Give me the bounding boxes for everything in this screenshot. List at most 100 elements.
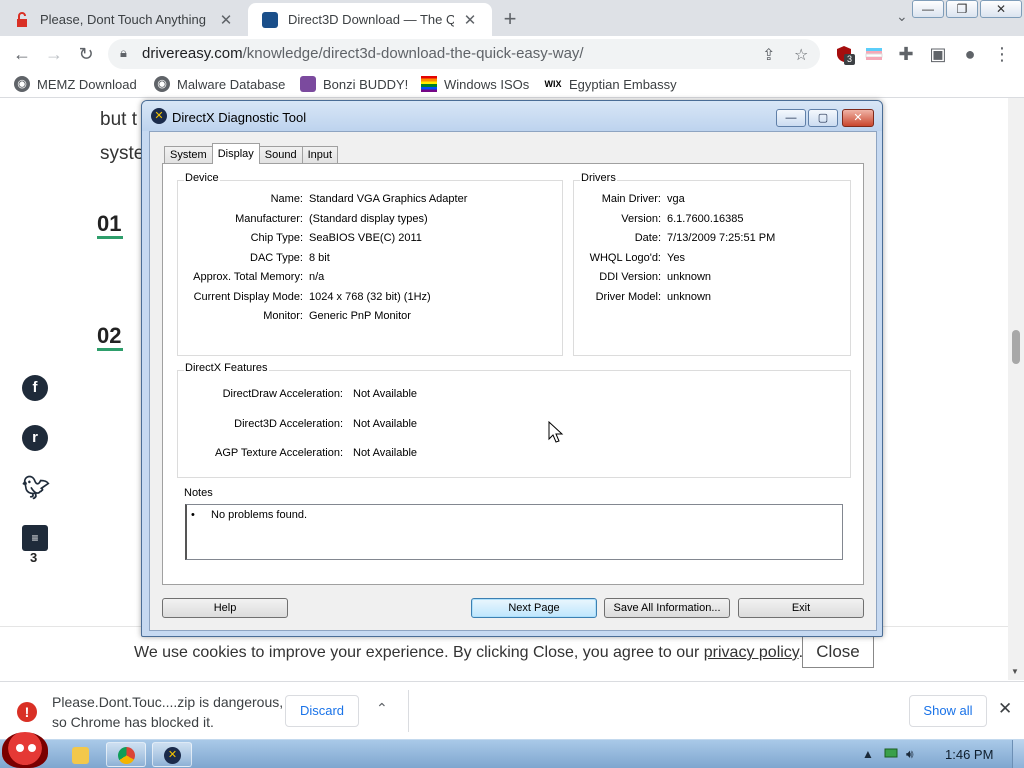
bookmark-windows-isos[interactable]: Windows ISOs <box>421 76 529 92</box>
notes-textbox[interactable]: • No problems found. <box>185 504 843 560</box>
taskbar-chrome[interactable] <box>106 742 146 767</box>
chevron-up-icon[interactable]: ⌃ <box>376 700 388 717</box>
start-button-angry-bird-icon[interactable] <box>2 732 48 768</box>
tab-sound[interactable]: Sound <box>258 146 303 164</box>
twitter-share-icon[interactable]: 🐦︎ <box>22 475 50 501</box>
reddit-share-icon[interactable]: r <box>22 425 48 451</box>
page-scrollbar[interactable]: ▼ <box>1008 98 1024 680</box>
tab-system[interactable]: System <box>164 146 213 164</box>
network-icon[interactable] <box>884 747 898 762</box>
scrollbar-thumb[interactable] <box>1012 330 1020 364</box>
download-bar: ! Please.Dont.Touc....zip is dangerous, … <box>0 681 1024 739</box>
show-hidden-icons[interactable]: ▲ <box>862 747 874 761</box>
group-label: Drivers <box>580 172 617 184</box>
share-icon[interactable]: ⇪ <box>762 45 775 65</box>
tab-search-chevron-icon[interactable]: ⌄ <box>896 8 908 25</box>
close-window-button[interactable]: ✕ <box>980 0 1022 18</box>
group-label: DirectX Features <box>184 362 269 374</box>
extension-badge: 3 <box>844 54 855 65</box>
restore-button[interactable]: ❐ <box>946 0 978 18</box>
tab-title: Direct3D Download — The Qu <box>288 12 454 27</box>
back-arrow-icon[interactable]: ← <box>10 42 34 66</box>
article-text-line: syste <box>100 143 145 164</box>
window-controls: — ❐ ✕ <box>912 0 1024 22</box>
extension-shield-icon[interactable]: 3 <box>832 42 856 66</box>
tab-please-dont-touch[interactable]: Please, Dont Touch Anything F ✕ <box>0 3 248 36</box>
dxdiag-body: System Display Sound Input Device Name: … <box>149 131 877 631</box>
wix-icon: WIX <box>544 79 562 89</box>
tab-strip: Please, Dont Touch Anything F ✕ Direct3D… <box>0 0 1024 36</box>
divider <box>408 690 409 732</box>
browser-toolbar: ← → ↻ 🔒︎ drivereasy.com/knowledge/direct… <box>0 36 1024 72</box>
directx-features-group: DirectX Features DirectDraw Acceleration… <box>177 362 851 478</box>
directx-icon: ✕ <box>151 108 167 124</box>
cookie-text: We use cookies to improve your experienc… <box>134 644 804 661</box>
profile-avatar-icon[interactable]: ● <box>958 42 982 66</box>
danger-warning-icon: ! <box>17 702 37 722</box>
dialog-maximize-button[interactable]: ▢ <box>808 109 838 127</box>
dialog-minimize-button[interactable]: — <box>776 109 806 127</box>
privacy-policy-link[interactable]: privacy policy <box>704 644 799 661</box>
bookmark-memz[interactable]: ◉ MEMZ Download <box>14 76 137 92</box>
exit-button[interactable]: Exit <box>738 598 864 618</box>
url-text: drivereasy.com/knowledge/direct3d-downlo… <box>142 45 584 62</box>
download-warning: Please.Dont.Touc....zip is dangerous, so… <box>52 694 284 730</box>
taskbar-dxdiag[interactable]: ✕ <box>152 742 192 767</box>
next-page-button[interactable]: Next Page <box>471 598 597 618</box>
rainbow-flag-icon <box>421 76 437 92</box>
scroll-down-arrow-icon[interactable]: ▼ <box>1011 667 1019 676</box>
taskbar-explorer[interactable] <box>60 742 100 767</box>
bonzi-icon <box>300 76 316 92</box>
tab-title: Please, Dont Touch Anything F <box>40 12 210 27</box>
lock-icon: 🔒︎ <box>120 45 127 60</box>
chrome-icon <box>118 747 135 764</box>
show-desktop-button[interactable] <box>1012 740 1024 768</box>
globe-icon: ◉ <box>14 76 30 92</box>
reload-icon[interactable]: ↻ <box>74 42 98 66</box>
help-button[interactable]: Help <box>162 598 288 618</box>
dxdiag-titlebar[interactable]: ✕ DirectX Diagnostic Tool — ▢ ✕ <box>142 101 882 131</box>
chrome-menu-icon[interactable]: ⋮ <box>990 42 1014 66</box>
comment-count: 3 <box>30 550 38 565</box>
facebook-share-icon[interactable]: f <box>22 375 48 401</box>
new-tab-button[interactable]: + <box>498 6 522 32</box>
globe-icon: ◉ <box>154 76 170 92</box>
display-tab-panel: Device Name: Standard VGA Graphics Adapt… <box>162 163 864 585</box>
show-all-button[interactable]: Show all <box>909 695 987 727</box>
bookmark-egyptian-embassy[interactable]: WIX Egyptian Embassy <box>544 76 677 92</box>
taskbar-clock[interactable]: 1:46 PM <box>945 747 993 762</box>
group-label: Notes <box>183 487 214 499</box>
device-group: Device Name: Standard VGA Graphics Adapt… <box>177 172 563 356</box>
tab-display[interactable]: Display <box>211 143 260 164</box>
article-text-line: but t <box>100 109 137 130</box>
dxdiag-title: DirectX Diagnostic Tool <box>172 110 307 125</box>
volume-icon[interactable]: 🔊︎ <box>906 747 914 762</box>
discard-button[interactable]: Discard <box>285 695 359 727</box>
pride-extension-icon[interactable] <box>862 42 886 66</box>
close-download-bar-icon[interactable]: ✕ <box>998 699 1012 719</box>
dialog-close-button[interactable]: ✕ <box>842 109 874 127</box>
bookmark-malware-database[interactable]: ◉ Malware Database <box>154 76 285 92</box>
drivers-group: Drivers Main Driver: vga Version: 6.1.76… <box>573 172 851 356</box>
cookie-close-button[interactable]: Close <box>802 636 874 668</box>
tab-input[interactable]: Input <box>301 146 339 164</box>
dxdiag-tabs: System Display Sound Input <box>164 143 339 164</box>
bookmark-star-icon[interactable]: ☆ <box>794 45 808 65</box>
bookmarks-bar: ◉ MEMZ Download ◉ Malware Database Bonzi… <box>0 72 1024 98</box>
tab-close-icon[interactable]: ✕ <box>462 11 478 29</box>
comments-icon[interactable]: ≡ <box>22 525 48 551</box>
extensions-puzzle-icon[interactable]: ✚ <box>894 42 918 66</box>
save-all-information-button[interactable]: Save All Information... <box>604 598 730 618</box>
side-panel-icon[interactable]: ▣ <box>926 42 950 66</box>
bookmark-bonzi-buddy[interactable]: Bonzi BUDDY! <box>300 76 408 92</box>
address-bar[interactable]: 🔒︎ drivereasy.com/knowledge/direct3d-dow… <box>108 39 820 69</box>
forward-arrow-icon[interactable]: → <box>42 42 66 66</box>
dxdiag-window: ✕ DirectX Diagnostic Tool — ▢ ✕ System D… <box>141 100 883 637</box>
lock-warning-icon <box>14 11 30 28</box>
tab-direct3d-download[interactable]: Direct3D Download — The Qu ✕ <box>248 3 492 36</box>
taskbar: ✕ ▲ 🔊︎ 1:46 PM <box>0 732 1024 768</box>
tab-close-icon[interactable]: ✕ <box>218 11 234 29</box>
group-label: Device <box>184 172 220 184</box>
mouse-cursor-icon <box>548 420 564 450</box>
minimize-button[interactable]: — <box>912 0 944 18</box>
